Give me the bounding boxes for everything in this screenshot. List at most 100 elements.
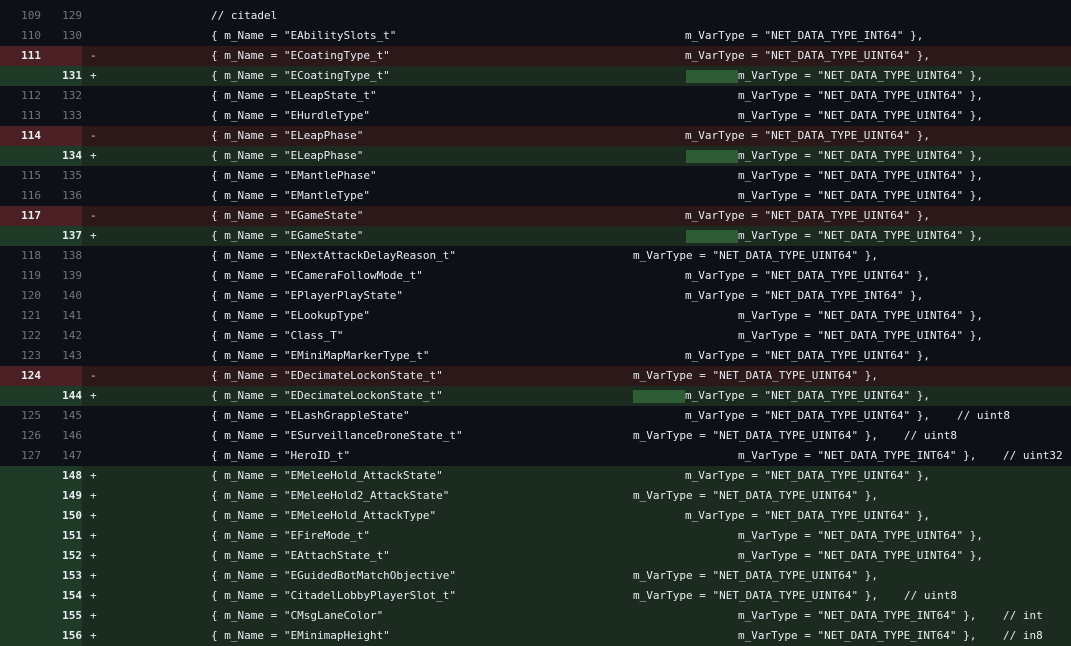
- diff-row-context: 110 130 { m_Name = "EAbilitySlots_t" m_VarT…: [0, 26, 1071, 46]
- new-line-number[interactable]: 145: [41, 406, 82, 426]
- code-vartype: m_VarType = "NET_DATA_TYPE_INT64" },: [738, 449, 977, 462]
- code-vartype: m_VarType = "NET_DATA_TYPE_INT64" },: [685, 29, 924, 42]
- old-line-number[interactable]: 118: [0, 246, 41, 266]
- diff-row-deleted: 114 - { m_Name = "ELeapPhase" m_VarType = "…: [0, 126, 1071, 146]
- code-name: { m_Name = "EGuidedBotMatchObjective": [211, 569, 457, 582]
- code-vartype: m_VarType = "NET_DATA_TYPE_UINT64" },: [685, 49, 931, 62]
- code-vartype: m_VarType = "NET_DATA_TYPE_INT64" },: [738, 629, 977, 642]
- code-comment: // uint8: [957, 409, 1010, 422]
- old-line-number[interactable]: [0, 566, 41, 586]
- code-name: { m_Name = "HeroID_t": [211, 449, 351, 462]
- old-line-number[interactable]: 117: [0, 206, 41, 226]
- old-line-number[interactable]: 119: [0, 266, 41, 286]
- new-line-number[interactable]: 140: [41, 286, 82, 306]
- old-line-number[interactable]: [0, 466, 41, 486]
- old-line-number[interactable]: 113: [0, 106, 41, 126]
- old-line-number[interactable]: [0, 606, 41, 626]
- old-line-number[interactable]: [0, 66, 41, 86]
- old-line-number[interactable]: [0, 526, 41, 546]
- old-line-number[interactable]: 111: [0, 46, 41, 66]
- old-line-number[interactable]: 121: [0, 306, 41, 326]
- old-line-number[interactable]: 115: [0, 166, 41, 186]
- old-line-number[interactable]: [0, 546, 41, 566]
- code-name: { m_Name = "CitadelLobbyPlayerSlot_t": [211, 589, 457, 602]
- code-vartype: m_VarType = "NET_DATA_TYPE_INT64" },: [738, 609, 977, 622]
- old-line-number[interactable]: [0, 626, 41, 646]
- old-line-number[interactable]: 127: [0, 446, 41, 466]
- new-line-number[interactable]: 151: [41, 526, 82, 546]
- old-line-number[interactable]: [0, 586, 41, 606]
- code-name: { m_Name = "ELeapPhase": [211, 129, 364, 142]
- old-line-number[interactable]: 109: [0, 6, 41, 26]
- old-line-number[interactable]: 110: [0, 26, 41, 46]
- code-name: { m_Name = "EGameState": [211, 229, 364, 242]
- diff-row-context: 126 146 { m_Name = "ESurveillanceDroneStat…: [0, 426, 1071, 446]
- new-line-number[interactable]: 147: [41, 446, 82, 466]
- diff-row-context: 125 145 { m_Name = "ELashGrappleState" m_Va…: [0, 406, 1071, 426]
- old-line-number[interactable]: 120: [0, 286, 41, 306]
- code-name: { m_Name = "EMeleeHold2_AttackState": [211, 489, 450, 502]
- code-vartype: m_VarType = "NET_DATA_TYPE_UINT64" },: [738, 169, 984, 182]
- diff-marker: +: [90, 609, 97, 622]
- new-line-number[interactable]: 149: [41, 486, 82, 506]
- new-line-number[interactable]: 131: [41, 66, 82, 86]
- new-line-number[interactable]: 129: [41, 6, 82, 26]
- new-line-number[interactable]: 133: [41, 106, 82, 126]
- new-line-number[interactable]: 134: [41, 146, 82, 166]
- code-name: { m_Name = "CMsgLaneColor": [211, 609, 384, 622]
- diff-row-deleted: 124 - { m_Name = "EDecimateLockonState_t" m…: [0, 366, 1071, 386]
- diff-row-context: 120 140 { m_Name = "EPlayerPlayState" m_Var…: [0, 286, 1071, 306]
- old-line-number[interactable]: 123: [0, 346, 41, 366]
- code-name: { m_Name = "EGameState": [211, 209, 364, 222]
- inline-change-highlight: [686, 230, 738, 243]
- old-line-number[interactable]: 122: [0, 326, 41, 346]
- new-line-number[interactable]: 132: [41, 86, 82, 106]
- new-line-number[interactable]: 138: [41, 246, 82, 266]
- code-vartype: m_VarType = "NET_DATA_TYPE_UINT64" },: [633, 369, 879, 382]
- old-line-number[interactable]: [0, 226, 41, 246]
- old-line-number[interactable]: 124: [0, 366, 41, 386]
- new-line-number[interactable]: 153: [41, 566, 82, 586]
- new-line-number[interactable]: 152: [41, 546, 82, 566]
- new-line-number[interactable]: [41, 206, 82, 226]
- old-line-number[interactable]: [0, 506, 41, 526]
- new-line-number[interactable]: 141: [41, 306, 82, 326]
- diff-row-added: 151 + { m_Name = "EFireMode_t" m_VarType = …: [0, 526, 1071, 546]
- new-line-number[interactable]: 136: [41, 186, 82, 206]
- old-line-number[interactable]: 126: [0, 426, 41, 446]
- code-vartype: m_VarType = "NET_DATA_TYPE_UINT64" },: [633, 589, 879, 602]
- new-line-number[interactable]: 154: [41, 586, 82, 606]
- code-vartype: m_VarType = "NET_DATA_TYPE_UINT64" },: [685, 129, 931, 142]
- new-line-number[interactable]: 143: [41, 346, 82, 366]
- old-line-number[interactable]: 112: [0, 86, 41, 106]
- old-line-number[interactable]: 116: [0, 186, 41, 206]
- code-vartype: m_VarType = "NET_DATA_TYPE_UINT64" },: [685, 469, 931, 482]
- code-comment: // uint8: [904, 429, 957, 442]
- old-line-number[interactable]: [0, 386, 41, 406]
- new-line-number[interactable]: 144: [41, 386, 82, 406]
- new-line-number[interactable]: 155: [41, 606, 82, 626]
- old-line-number[interactable]: 125: [0, 406, 41, 426]
- old-line-number[interactable]: [0, 486, 41, 506]
- new-line-number[interactable]: 146: [41, 426, 82, 446]
- code-vartype: m_VarType = "NET_DATA_TYPE_UINT64" },: [685, 509, 931, 522]
- new-line-number[interactable]: 137: [41, 226, 82, 246]
- new-line-number[interactable]: 135: [41, 166, 82, 186]
- new-line-number[interactable]: 142: [41, 326, 82, 346]
- new-line-number[interactable]: [41, 46, 82, 66]
- new-line-number[interactable]: 139: [41, 266, 82, 286]
- diff-marker: +: [90, 589, 97, 602]
- new-line-number[interactable]: 156: [41, 626, 82, 646]
- code-vartype: m_VarType = "NET_DATA_TYPE_UINT64" },: [685, 349, 931, 362]
- new-line-number[interactable]: 150: [41, 506, 82, 526]
- new-line-number[interactable]: 148: [41, 466, 82, 486]
- diff-row-added: 153 + { m_Name = "EGuidedBotMatchObjective…: [0, 566, 1071, 586]
- diff-row-added: 148 + { m_Name = "EMeleeHold_AttackState" m…: [0, 466, 1071, 486]
- code-name: { m_Name = "EMeleeHold_AttackType": [211, 509, 437, 522]
- code-vartype: m_VarType = "NET_DATA_TYPE_UINT64" },: [633, 489, 879, 502]
- new-line-number[interactable]: 130: [41, 26, 82, 46]
- new-line-number[interactable]: [41, 126, 82, 146]
- old-line-number[interactable]: [0, 146, 41, 166]
- old-line-number[interactable]: 114: [0, 126, 41, 146]
- new-line-number[interactable]: [41, 366, 82, 386]
